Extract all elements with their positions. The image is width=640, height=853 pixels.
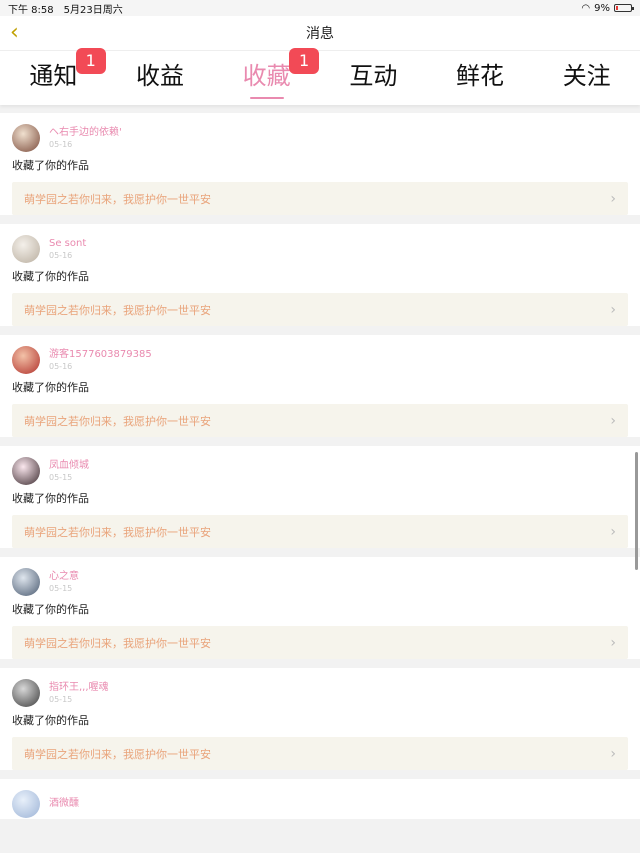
tab-label: 收益 (136, 62, 184, 90)
tab-favorites[interactable]: 收藏 1 (213, 48, 320, 105)
action-text: 收藏了你的作品 (12, 603, 89, 616)
work-title: 萌学园之若你归来，我愿护你一世平安 (24, 414, 211, 428)
tab-label: 鲜花 (456, 62, 505, 90)
chevron-right-icon: › (610, 745, 616, 762)
username[interactable]: Se sont (49, 238, 86, 250)
timestamp: 05-15 (49, 694, 73, 704)
status-date: 5月23日周六 (63, 4, 123, 16)
username[interactable]: 酒微醺 (49, 798, 79, 810)
battery-percent: 9% (594, 2, 610, 14)
nav-bar: ‹ 消息 (0, 16, 640, 51)
action-text: 收藏了你的作品 (12, 381, 89, 394)
action-text: 收藏了你的作品 (12, 159, 89, 172)
tab-label: 通知 (29, 62, 78, 90)
active-tab-indicator (249, 97, 284, 99)
work-title: 萌学园之若你归来，我愿护你一世平安 (24, 636, 211, 650)
list-item: 酒微醺 (0, 779, 640, 819)
unread-badge: 1 (75, 48, 106, 74)
tab-flowers[interactable]: 鲜花 (427, 56, 534, 105)
avatar[interactable] (12, 346, 40, 374)
chevron-left-icon[interactable]: ‹ (10, 22, 30, 44)
wifi-icon: ◠ (581, 2, 591, 14)
list-item: 凤血倾城 05-15 收藏了你的作品 萌学园之若你归来，我愿护你一世平安 › (0, 446, 640, 548)
username[interactable]: ヘ右手边的依赖' (49, 127, 122, 139)
action-text: 收藏了你的作品 (12, 714, 89, 727)
timestamp: 05-15 (49, 472, 73, 482)
username[interactable]: 指环王,,,喔魂 (49, 682, 109, 694)
work-title: 萌学园之若你归来，我愿护你一世平安 (24, 192, 211, 206)
chevron-right-icon: › (610, 301, 616, 318)
timestamp: 05-16 (49, 250, 73, 260)
list-item: ヘ右手边的依赖' 05-16 收藏了你的作品 萌学园之若你归来，我愿护你一世平安… (0, 113, 640, 215)
chevron-right-icon: › (610, 634, 616, 651)
timestamp: 05-15 (49, 583, 73, 593)
avatar[interactable] (12, 679, 40, 707)
work-title: 萌学园之若你归来，我愿护你一世平安 (24, 525, 211, 539)
work-link[interactable]: 萌学园之若你归来，我愿护你一世平安 › (12, 293, 628, 326)
tab-label: 互动 (349, 62, 398, 90)
action-text: 收藏了你的作品 (12, 492, 89, 505)
timestamp: 05-16 (49, 361, 73, 371)
avatar[interactable] (12, 235, 40, 263)
work-title: 萌学园之若你归来，我愿护你一世平安 (24, 747, 211, 761)
avatar[interactable] (12, 457, 40, 485)
tab-following[interactable]: 关注 (533, 56, 640, 105)
tab-earnings[interactable]: 收益 (107, 56, 214, 105)
list-item: 心之意 05-15 收藏了你的作品 萌学园之若你归来，我愿护你一世平安 › (0, 557, 640, 659)
work-title: 萌学园之若你归来，我愿护你一世平安 (24, 303, 211, 317)
username[interactable]: 凤血倾城 (49, 460, 89, 472)
status-time: 下午 8:58 (8, 4, 54, 16)
status-bar: 下午 8:58 5月23日周六 ◠ 9% (0, 0, 640, 16)
battery-icon (614, 4, 634, 12)
unread-badge: 1 (289, 48, 320, 74)
work-link[interactable]: 萌学园之若你归来，我愿护你一世平安 › (12, 182, 628, 215)
avatar[interactable] (12, 124, 40, 152)
username[interactable]: 游客1577603879385 (49, 349, 152, 361)
work-link[interactable]: 萌学园之若你归来，我愿护你一世平安 › (12, 737, 628, 770)
tab-label: 收藏 (242, 62, 291, 90)
work-link[interactable]: 萌学园之若你归来，我愿护你一世平安 › (12, 626, 628, 659)
chevron-right-icon: › (610, 412, 616, 429)
chevron-right-icon: › (610, 523, 616, 540)
timestamp: 05-16 (49, 139, 73, 149)
message-list: ヘ右手边的依赖' 05-16 收藏了你的作品 萌学园之若你归来，我愿护你一世平安… (0, 105, 640, 819)
work-link[interactable]: 萌学园之若你归来，我愿护你一世平安 › (12, 404, 628, 437)
list-item: Se sont 05-16 收藏了你的作品 萌学园之若你归来，我愿护你一世平安 … (0, 224, 640, 326)
avatar[interactable] (12, 568, 40, 596)
tab-bar: 通知 1 收益 收藏 1 互动 鲜花 关注 (0, 48, 640, 105)
work-link[interactable]: 萌学园之若你归来，我愿护你一世平安 › (12, 515, 628, 548)
avatar[interactable] (12, 790, 40, 818)
list-item: 指环王,,,喔魂 05-15 收藏了你的作品 萌学园之若你归来，我愿护你一世平安… (0, 668, 640, 770)
username[interactable]: 心之意 (49, 571, 79, 583)
scrollbar[interactable] (635, 452, 638, 570)
action-text: 收藏了你的作品 (12, 270, 89, 283)
tab-interactions[interactable]: 互动 (320, 56, 427, 105)
chevron-right-icon: › (610, 190, 616, 207)
tab-notifications[interactable]: 通知 1 (0, 48, 107, 105)
tab-label: 关注 (562, 62, 611, 90)
list-item: 游客1577603879385 05-16 收藏了你的作品 萌学园之若你归来，我… (0, 335, 640, 437)
page-title: 消息 (306, 26, 334, 42)
